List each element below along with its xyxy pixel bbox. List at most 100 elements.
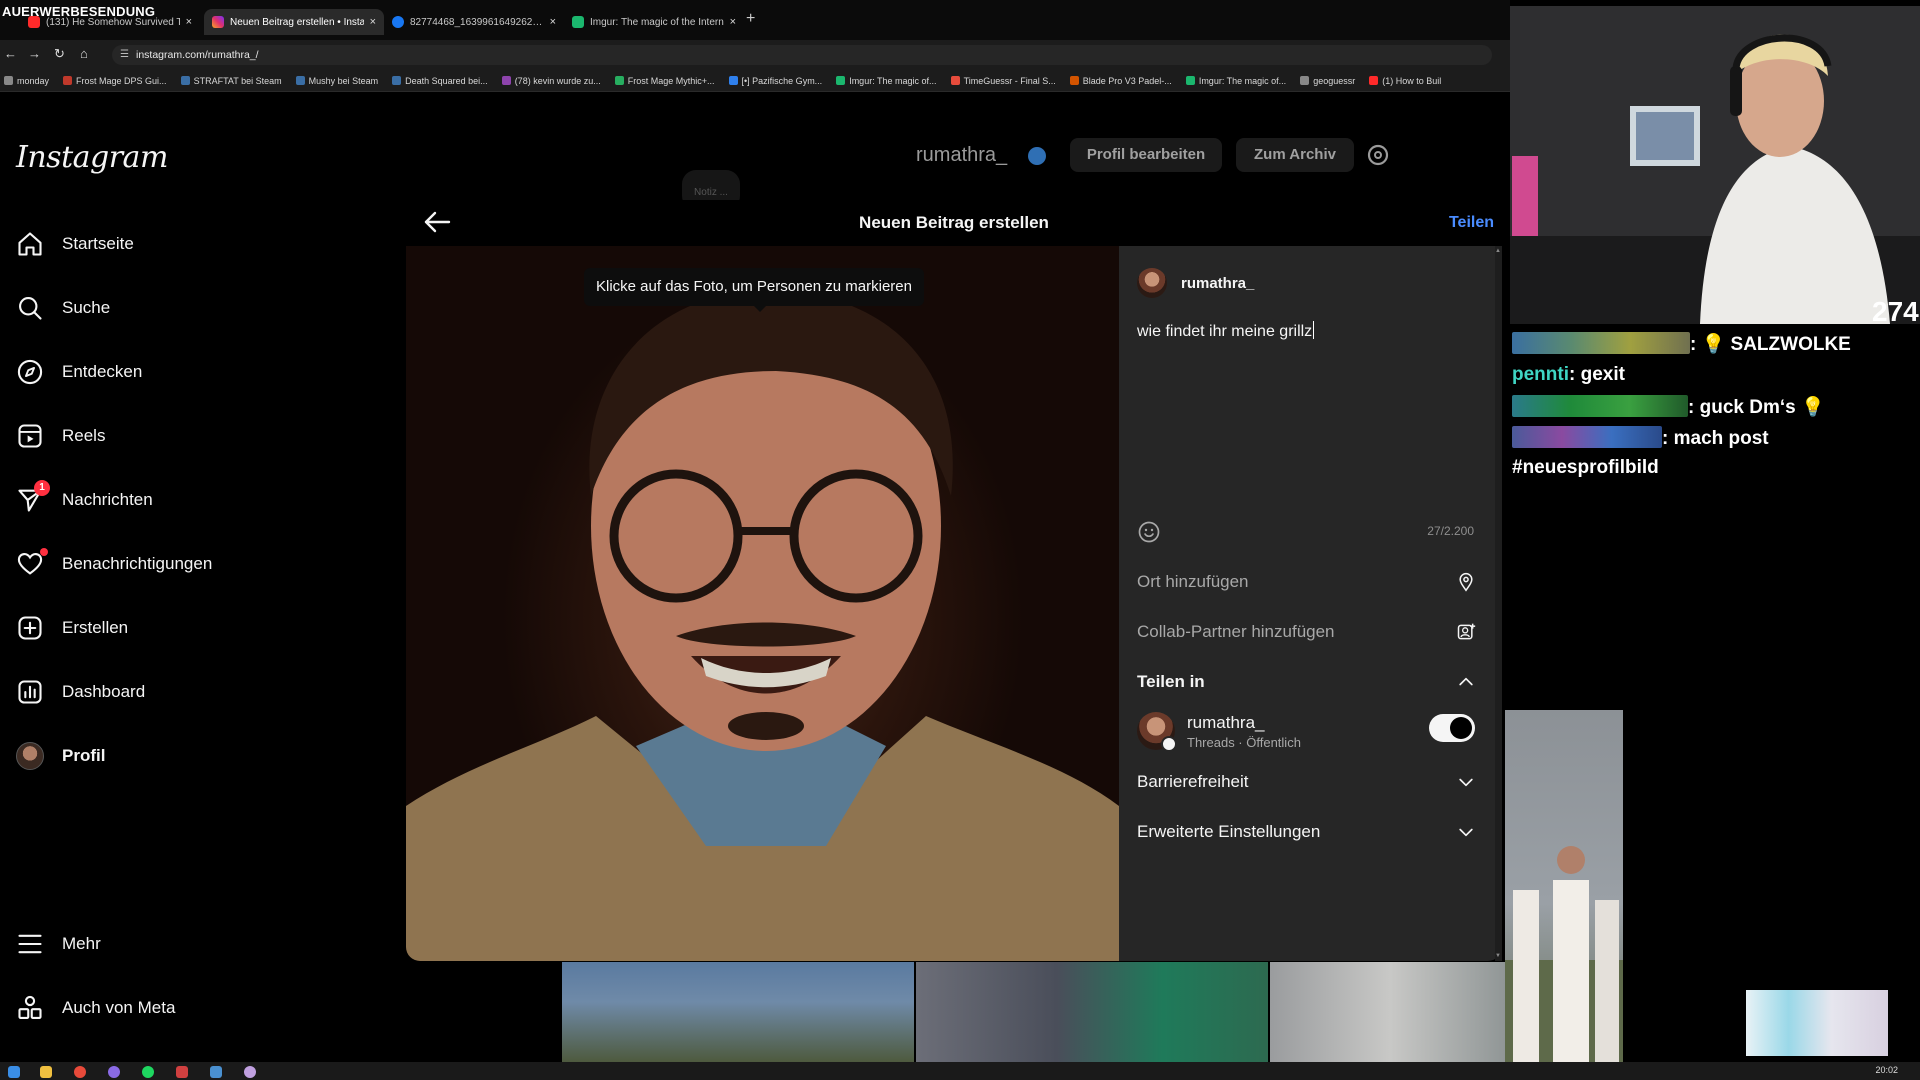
- search-icon: [19, 297, 42, 320]
- accessibility-row[interactable]: Barrierefreiheit: [1137, 772, 1249, 792]
- location-pin-icon[interactable]: [1456, 572, 1476, 592]
- webcam-illustration: [1510, 6, 1920, 324]
- blurred-username: [1512, 395, 1688, 417]
- add-collaborator-row[interactable]: Collab-Partner hinzufügen: [1137, 622, 1335, 642]
- nav-meta[interactable]: Auch von Meta: [16, 990, 175, 1026]
- chevron-down-icon[interactable]: [1456, 772, 1476, 792]
- nav-explore[interactable]: Entdecken: [16, 354, 142, 390]
- bookmark-label: monday: [17, 75, 50, 86]
- advanced-settings-row[interactable]: Erweiterte Einstellungen: [1137, 822, 1320, 842]
- tab-imgur[interactable]: Imgur: The magic of the Intern ×: [564, 9, 744, 35]
- bookmark-item[interactable]: Imgur: The magic of...: [836, 76, 937, 86]
- app-icon[interactable]: [210, 1066, 222, 1078]
- post-photo[interactable]: Klicke auf das Foto, um Personen zu mark…: [406, 246, 1119, 961]
- nav-label: Benachrichtigungen: [62, 554, 213, 573]
- nav-notifications[interactable]: Benachrichtigungen: [16, 546, 212, 582]
- nav-reels[interactable]: Reels: [16, 418, 105, 454]
- forward-icon[interactable]: →: [28, 46, 41, 61]
- new-tab-button[interactable]: +: [746, 10, 755, 28]
- bookmark-item[interactable]: Mushy bei Steam: [295, 76, 378, 86]
- emoji-icon[interactable]: [1137, 520, 1161, 544]
- close-icon[interactable]: ×: [730, 16, 736, 28]
- archive-button[interactable]: Zum Archiv: [1236, 138, 1354, 172]
- bookmark-item[interactable]: STRAFTAT bei Steam: [180, 75, 282, 86]
- post-username: rumathra_: [1181, 275, 1255, 292]
- share-in-heading[interactable]: Teilen in: [1137, 672, 1205, 692]
- chat-text: : guck Dm‘s 💡: [1688, 397, 1825, 418]
- share-button[interactable]: Teilen: [1449, 214, 1494, 232]
- tab-facebook-image[interactable]: 82774468_1639961649262… ×: [384, 9, 564, 35]
- plus-square-icon: [18, 616, 42, 640]
- imgur-icon: [572, 16, 584, 28]
- bookmark-label: (1) How to Buil: [1382, 75, 1442, 86]
- file-explorer-icon[interactable]: [40, 1066, 52, 1078]
- bookmark-item[interactable]: geoguessr: [1300, 76, 1355, 86]
- bookmark-item[interactable]: (78) kevin wurde zu...: [501, 76, 601, 86]
- post-thumbnail[interactable]: [1270, 962, 1510, 1062]
- bookmark-item[interactable]: TimeGuessr - Final S...: [950, 76, 1056, 86]
- close-icon[interactable]: ×: [370, 16, 376, 28]
- nav-create[interactable]: Erstellen: [16, 610, 128, 646]
- close-icon[interactable]: ×: [550, 16, 556, 28]
- chevron-up-icon[interactable]: [1456, 672, 1476, 692]
- nav-search[interactable]: Suche: [16, 290, 110, 326]
- caption-text: wie findet ihr meine grillz: [1137, 323, 1313, 340]
- tab-bar: AUERWERBESENDUNG (131) He Somehow Surviv…: [0, 0, 1510, 40]
- close-icon[interactable]: ×: [186, 16, 192, 28]
- app-icon[interactable]: [108, 1066, 120, 1078]
- chat-text: : gexit: [1569, 364, 1625, 385]
- taskbar: 20:02: [0, 1062, 1920, 1080]
- bookmark-item[interactable]: Death Squared bei...: [392, 76, 488, 86]
- gear-icon[interactable]: [1366, 143, 1390, 167]
- bookmark-item[interactable]: Frost Mage Mythic+...: [614, 76, 715, 86]
- caption-input[interactable]: wie findet ihr meine grillz: [1137, 321, 1315, 341]
- add-collaborator-icon[interactable]: [1456, 622, 1476, 642]
- windows-start-icon[interactable]: [8, 1066, 20, 1078]
- post-thumbnail[interactable]: [562, 962, 914, 1062]
- chat-text: #neuesprofilbild: [1512, 457, 1659, 478]
- compass-icon: [17, 359, 43, 385]
- nav-dashboard[interactable]: Dashboard: [16, 674, 145, 710]
- nav-label: Startseite: [62, 234, 134, 253]
- chrome-icon[interactable]: [74, 1066, 86, 1078]
- chat-message: : mach post: [1512, 426, 1769, 450]
- instagram-logo[interactable]: Instagram: [16, 140, 168, 175]
- nav-label: Nachrichten: [62, 490, 153, 509]
- chevron-down-icon[interactable]: [1456, 822, 1476, 842]
- create-post-header: Neuen Beitrag erstellen Teilen: [406, 200, 1502, 246]
- edit-profile-button[interactable]: Profil bearbeiten: [1070, 138, 1222, 172]
- chat-message: : 💡 SALZWOLKE: [1512, 332, 1851, 356]
- reload-icon[interactable]: ↻: [54, 46, 65, 62]
- post-thumbnail[interactable]: [916, 962, 1268, 1062]
- bookmark-item[interactable]: Frost Mage DPS Gui...: [63, 76, 167, 86]
- bookmark-item[interactable]: Blade Pro V3 Padel-...: [1069, 76, 1172, 86]
- add-location-row[interactable]: Ort hinzufügen: [1137, 572, 1249, 592]
- url-input[interactable]: ☰ instagram.com/rumathra_/: [112, 45, 1492, 65]
- scroll-down-icon[interactable]: ▼: [1495, 953, 1501, 959]
- avatar: [16, 742, 44, 770]
- threads-share-toggle[interactable]: [1429, 714, 1475, 742]
- bookmark-item[interactable]: (1) How to Buil: [1369, 76, 1441, 86]
- scroll-up-icon[interactable]: ▲: [1495, 248, 1501, 254]
- app-icon[interactable]: [244, 1066, 256, 1078]
- bookmark-favicon-icon: [501, 76, 511, 85]
- nav-home[interactable]: Startseite: [16, 226, 134, 262]
- nav-label: Mehr: [62, 934, 101, 953]
- menu-icon: [18, 934, 42, 954]
- bookmark-item[interactable]: [•] Pazifische Gym...: [728, 76, 822, 86]
- back-icon[interactable]: ←: [4, 46, 17, 61]
- bookmark-item[interactable]: Imgur: The magic of...: [1185, 76, 1286, 86]
- home-icon[interactable]: ⌂: [80, 46, 88, 61]
- spotify-icon[interactable]: [142, 1066, 154, 1078]
- bookmark-item[interactable]: monday: [4, 76, 49, 86]
- tab-instagram[interactable]: Neuen Beitrag erstellen • Insta ×: [204, 9, 384, 35]
- nav-more[interactable]: Mehr: [16, 926, 101, 962]
- bookmark-label: STRAFTAT bei Steam: [193, 75, 282, 86]
- app-icon[interactable]: [176, 1066, 188, 1078]
- bookmark-favicon-icon: [1185, 76, 1195, 85]
- scrollbar[interactable]: ▲ ▼: [1495, 246, 1502, 961]
- nav-messages[interactable]: 1 Nachrichten: [16, 480, 153, 518]
- site-info-icon[interactable]: ☰: [120, 45, 129, 65]
- profile-username: rumathra_: [916, 144, 1008, 166]
- nav-profile[interactable]: Profil: [16, 738, 105, 774]
